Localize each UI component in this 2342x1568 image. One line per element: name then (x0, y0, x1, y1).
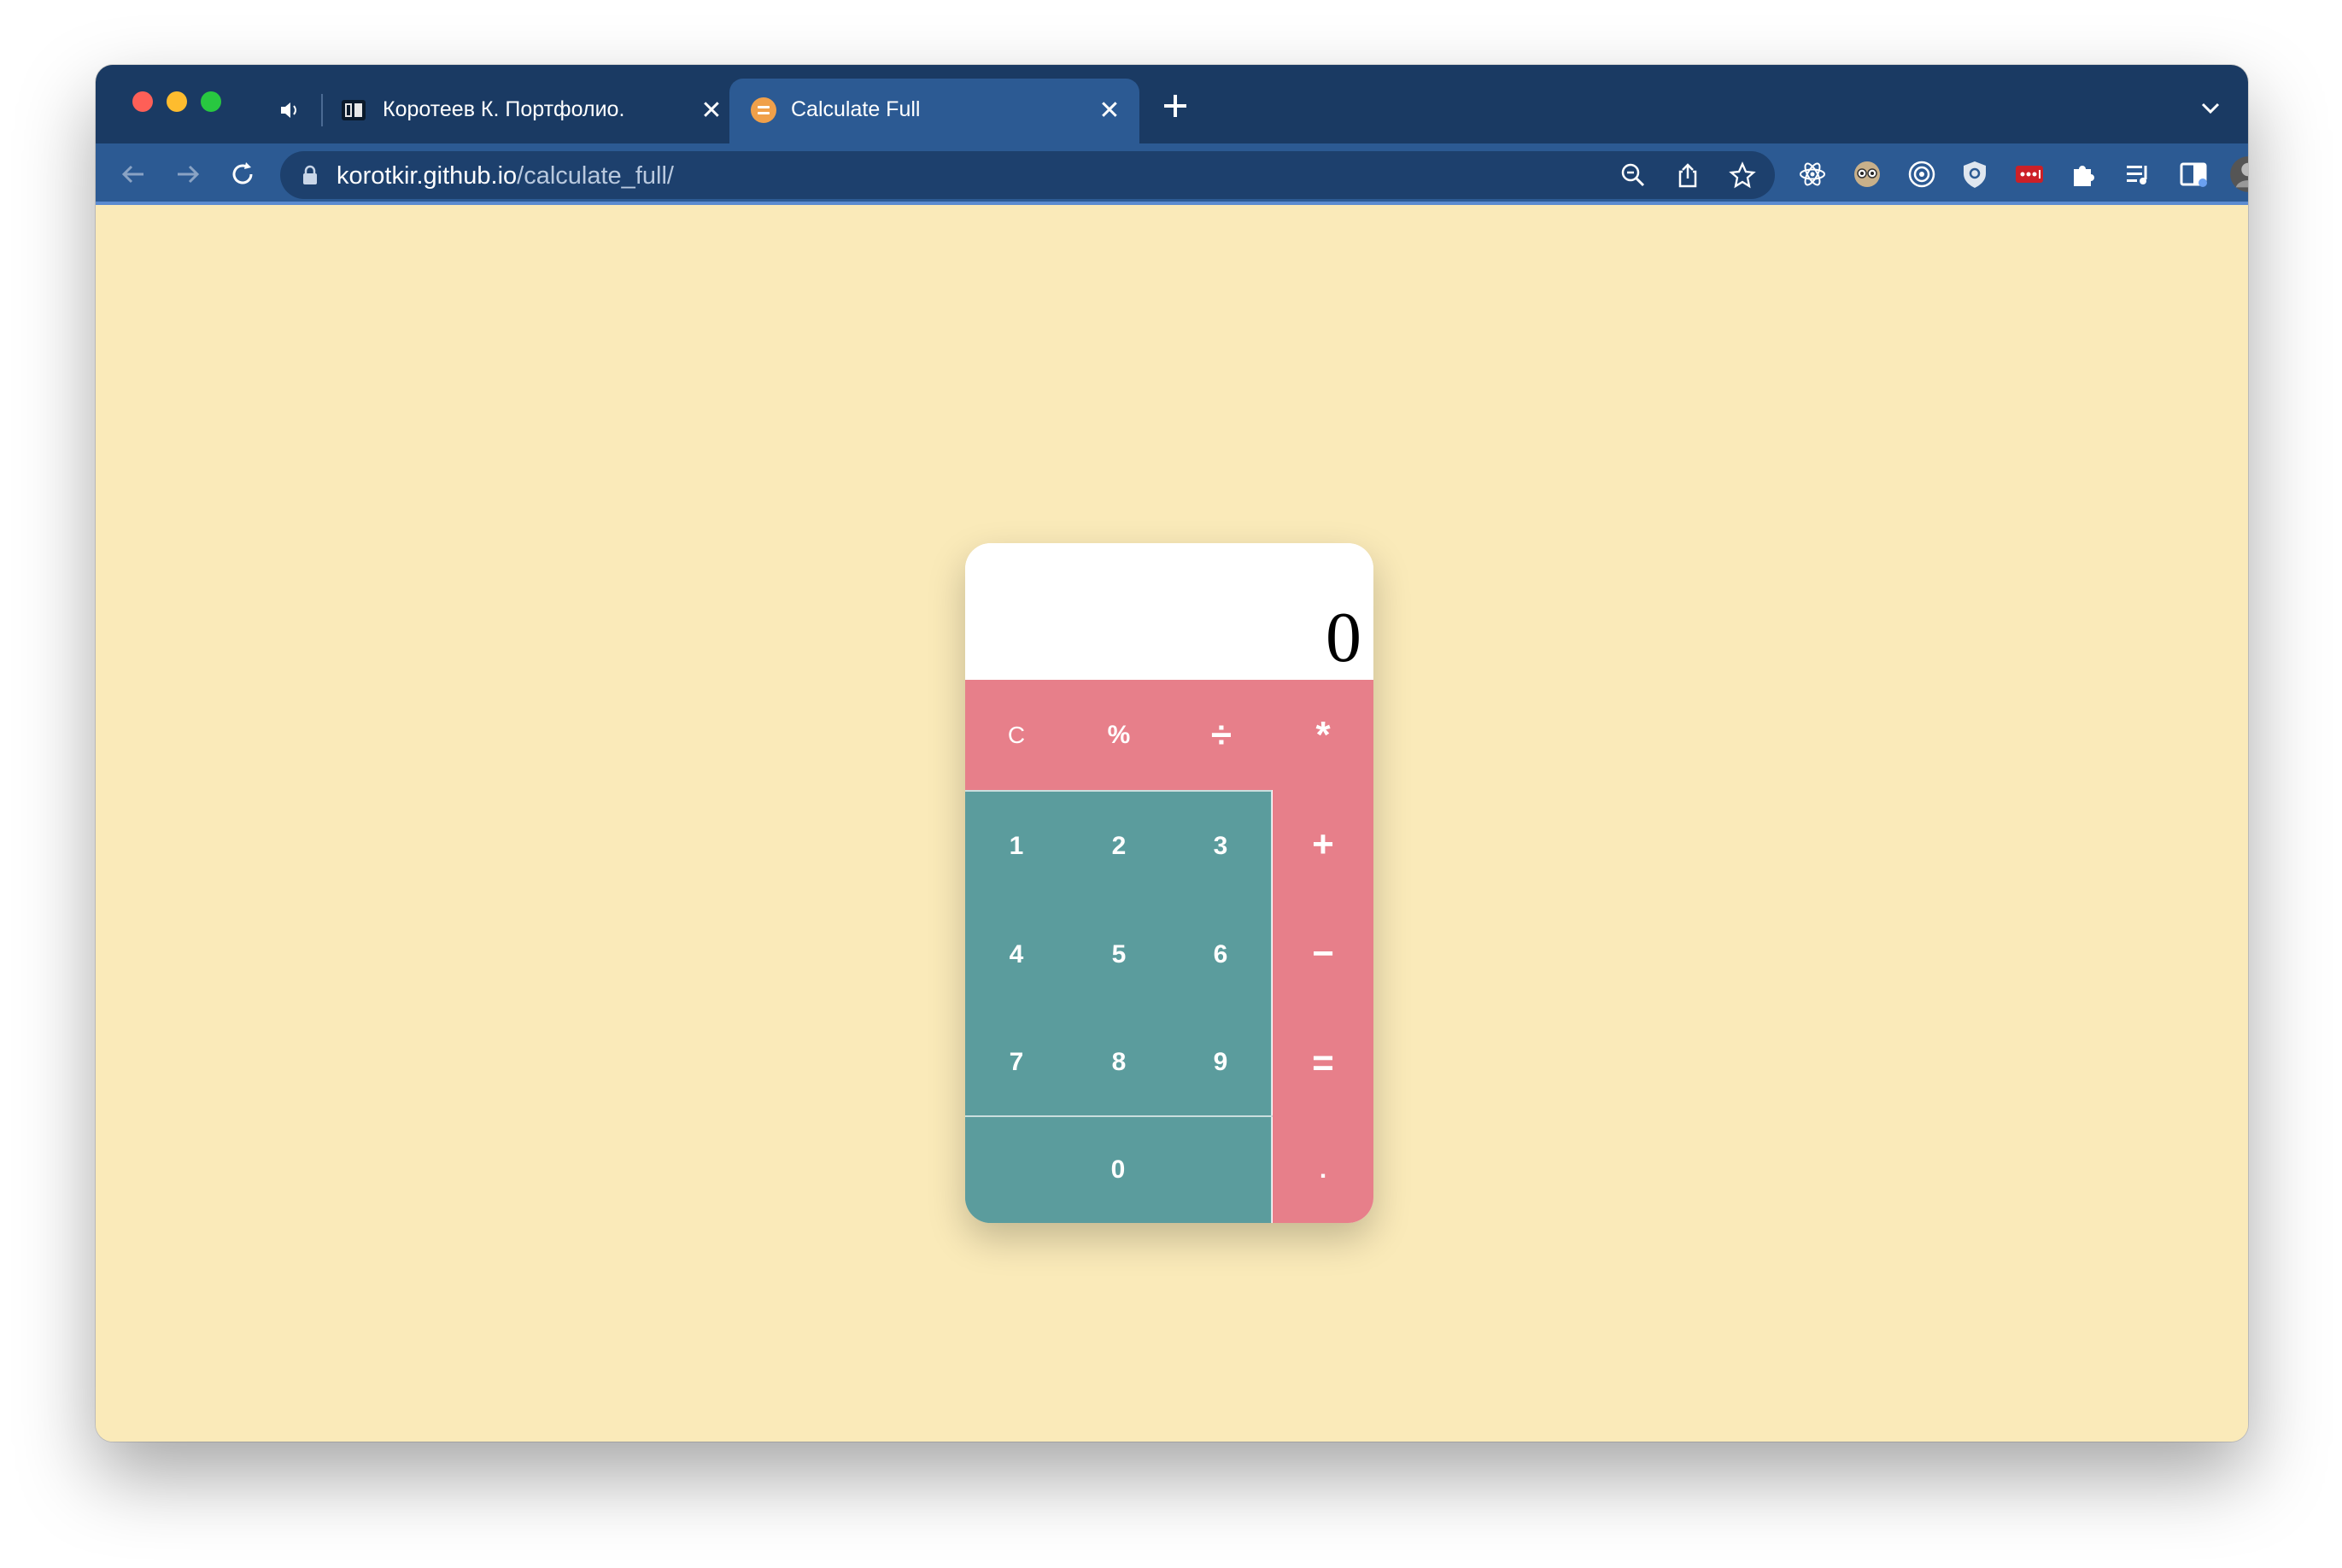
new-tab-plus-icon[interactable] (1160, 91, 1191, 121)
tab-title: Calculate Full (791, 97, 921, 121)
bookmark-star-icon[interactable] (1729, 161, 1756, 189)
digit-0-button[interactable]: 0 (965, 1117, 1271, 1223)
reload-icon[interactable] (227, 159, 258, 190)
calculator-display: 0 (965, 543, 1373, 680)
divide-button[interactable]: ÷ (1170, 680, 1273, 790)
zoom-out-icon[interactable] (1619, 161, 1647, 189)
digit-3-button[interactable]: 3 (1170, 792, 1271, 900)
speaker-icon[interactable] (277, 97, 302, 123)
lock-icon[interactable] (301, 165, 319, 185)
clear-button[interactable]: C (965, 680, 1068, 790)
tab-strip: Коротеев К. Портфолио. ✕ Calculate Full … (96, 65, 2248, 143)
equals-button[interactable]: = (1273, 1009, 1373, 1117)
target-extension-icon[interactable] (1906, 159, 1937, 190)
media-queue-icon[interactable] (2123, 159, 2154, 190)
address-bar[interactable]: korotkir.github.io/calculate_full/ (280, 151, 1775, 199)
sidepanel-icon[interactable] (2178, 159, 2209, 190)
calculator: 0 C % ÷ * 1 2 3 4 5 6 7 8 9 0 + − = . (965, 543, 1373, 1223)
tab-portfolio[interactable]: Коротеев К. Портфолио. ✕ (96, 79, 723, 143)
tab-calculate-full[interactable]: Calculate Full ✕ (729, 79, 1139, 143)
digit-2-button[interactable]: 2 (1068, 792, 1170, 900)
calculator-favicon-icon (751, 97, 776, 123)
subtract-button[interactable]: − (1273, 899, 1373, 1009)
browser-toolbar: korotkir.github.io/calculate_full/ (96, 143, 2248, 205)
forward-arrow-icon[interactable] (173, 159, 203, 190)
page-content: 0 C % ÷ * 1 2 3 4 5 6 7 8 9 0 + − = . (96, 208, 2248, 1442)
back-arrow-icon[interactable] (118, 159, 149, 190)
owl-extension-icon[interactable] (1852, 159, 1882, 190)
display-value: 0 (1326, 598, 1361, 677)
digit-6-button[interactable]: 6 (1170, 900, 1271, 1009)
lastpass-icon[interactable] (2014, 159, 2045, 190)
extensions-puzzle-icon[interactable] (2069, 159, 2099, 190)
digit-1-button[interactable]: 1 (965, 792, 1068, 900)
react-devtools-icon[interactable] (1797, 159, 1828, 190)
percent-button[interactable]: % (1068, 680, 1170, 790)
profile-avatar[interactable] (2229, 155, 2248, 193)
portfolio-favicon-icon (342, 100, 366, 120)
url-host: korotkir.github.io (337, 162, 518, 190)
tab-title: Коротеев К. Портфолио. (383, 97, 625, 121)
shield-extension-icon[interactable] (1959, 159, 1990, 190)
digit-5-button[interactable]: 5 (1068, 900, 1170, 1009)
digit-8-button[interactable]: 8 (1068, 1009, 1170, 1115)
multiply-button[interactable]: * (1273, 680, 1373, 790)
digit-9-button[interactable]: 9 (1170, 1009, 1271, 1115)
add-button[interactable]: + (1273, 790, 1373, 899)
share-icon[interactable] (1674, 161, 1701, 189)
close-tab-icon[interactable]: ✕ (1095, 96, 1124, 125)
close-tab-icon[interactable]: ✕ (697, 96, 726, 125)
digit-7-button[interactable]: 7 (965, 1009, 1068, 1115)
url-path: /calculate_full/ (517, 162, 674, 190)
tab-separator (321, 94, 323, 126)
browser-window: Коротеев К. Портфолио. ✕ Calculate Full … (96, 65, 2248, 1442)
decimal-button[interactable]: . (1273, 1117, 1373, 1223)
url-text[interactable]: korotkir.github.io/calculate_full/ (337, 162, 674, 190)
tab-search-chevron-down-icon[interactable] (2197, 94, 2224, 121)
digit-4-button[interactable]: 4 (965, 900, 1068, 1009)
